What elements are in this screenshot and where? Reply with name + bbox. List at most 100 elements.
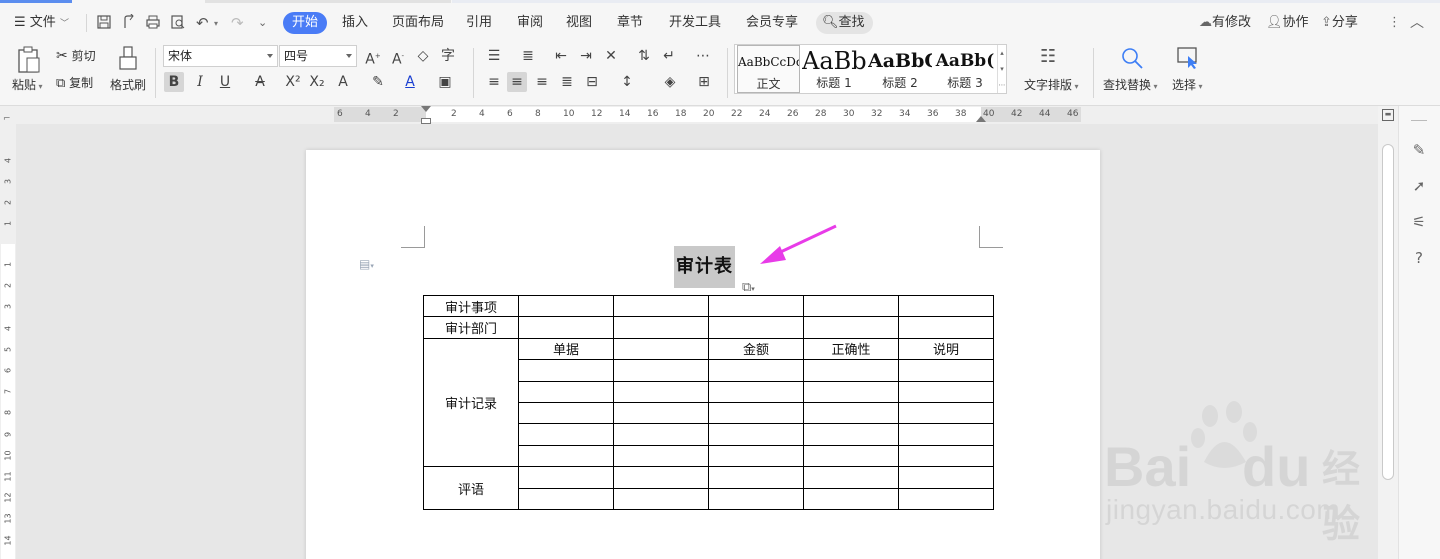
table-cell[interactable]: 审计事项 [423, 294, 519, 318]
undo-icon[interactable]: ↶ [196, 12, 209, 34]
find-replace-button[interactable]: 查找替换 ▾ [1103, 76, 1158, 93]
tab-home[interactable]: 开始 [283, 12, 328, 34]
vertical-ruler[interactable]: 4 3 2 1 1 2 3 4 5 6 7 8 9 10 11 12 13 14 [0, 124, 16, 559]
show-hide-marks-icon[interactable]: ↵ [659, 46, 679, 66]
cut-button[interactable]: ✂ 剪切 [56, 47, 96, 64]
ruler-tick-label: 4 [3, 325, 13, 331]
table-cell[interactable]: 审计部门 [423, 316, 519, 339]
table-cell[interactable]: 审计记录 [423, 337, 519, 468]
print-preview-icon[interactable] [170, 14, 186, 30]
char-border-icon[interactable]: ▣ [435, 72, 455, 92]
clear-format-icon[interactable]: ◇ [413, 46, 433, 66]
tab-developer[interactable]: 开发工具 [669, 12, 721, 34]
chinese-layout-icon[interactable]: ✕ [601, 46, 621, 66]
ruler-tick-label: 12 [591, 109, 603, 119]
ruler-tick-label: 10 [3, 450, 13, 461]
text-layout-button[interactable]: 文字排版 ▾ [1024, 76, 1079, 93]
tab-insert[interactable]: 插入 [342, 12, 368, 34]
tab-page-layout[interactable]: 页面布局 [392, 12, 444, 34]
style-heading-2[interactable]: AaBbC 标题 2 [868, 45, 932, 93]
horizontal-ruler[interactable]: 6 4 2 2 4 6 8 10 12 14 16 18 20 22 24 26 28 30 32 34 36 38 40 4… [0, 106, 1378, 124]
page-title[interactable]: 审计表 [674, 246, 735, 288]
format-painter-icon[interactable] [117, 46, 139, 72]
table-cell[interactable]: 金额 [708, 337, 804, 361]
paragraph-settings-icon[interactable]: ▤▾ [359, 257, 374, 271]
paste-options-icon[interactable]: ⧉▾ [742, 280, 755, 295]
paste-button[interactable]: 粘贴 ▾ [12, 76, 43, 93]
table-row: 评语 [423, 466, 994, 510]
tab-references[interactable]: 引用 [466, 12, 492, 34]
borders-icon[interactable]: ⊞ [694, 72, 714, 92]
split-view-icon[interactable]: ▬ [1382, 109, 1394, 121]
tab-review[interactable]: 审阅 [517, 12, 543, 34]
justify-icon[interactable]: ≣ [557, 72, 577, 92]
style-gallery-scroll[interactable]: ▴ ▾ ⋯ [997, 45, 1006, 93]
tab-member[interactable]: 会员专享 [746, 12, 798, 34]
bold-icon[interactable]: B [164, 72, 184, 92]
font-size-select[interactable]: 四号 [279, 45, 357, 67]
pointer-icon[interactable]: ➚ [1409, 176, 1429, 196]
table-cell[interactable]: 评语 [423, 466, 519, 510]
style-heading-1[interactable]: AaBb 标题 1 [802, 45, 866, 93]
share-button[interactable]: ⇪分享 [1321, 12, 1358, 34]
italic-icon[interactable]: I [190, 72, 210, 92]
table-cell[interactable]: 单据 [518, 337, 614, 361]
select-button[interactable]: 选择 ▾ [1172, 76, 1203, 93]
style-normal[interactable]: AaBbCcDd 正文 [737, 45, 800, 93]
export-icon[interactable] [121, 14, 137, 30]
tab-selector-icon[interactable]: ⌐ [3, 114, 11, 124]
font-name-select[interactable]: 宋体 [163, 45, 278, 67]
decrease-font-icon[interactable]: A- [388, 46, 408, 68]
numbered-list-icon[interactable]: ≣ [518, 46, 538, 66]
print-icon[interactable] [145, 14, 161, 30]
document-page[interactable]: ▤▾ 审计表 ⧉▾ 审计事项 审计部门 审计记录 单据 金额 正确性 说明 评语 [306, 150, 1100, 559]
vertical-scrollbar[interactable]: ▬ [1378, 106, 1398, 559]
modified-status[interactable]: ☁有修改 [1199, 12, 1251, 34]
paste-icon[interactable] [16, 46, 42, 74]
table-cell[interactable]: 正确性 [803, 337, 899, 361]
decrease-indent-icon[interactable]: ⇤ [551, 46, 571, 66]
superscript-icon[interactable]: X² [283, 72, 303, 92]
text-effect-icon[interactable]: A [333, 72, 353, 92]
help-icon[interactable]: ? [1409, 248, 1429, 268]
scrollbar-thumb[interactable] [1382, 144, 1394, 480]
customize-quick-access-icon[interactable]: ⌄ [258, 12, 267, 34]
collapse-ribbon-icon[interactable]: ︿ [1410, 12, 1424, 34]
indent-marker[interactable] [421, 106, 431, 112]
shading-icon[interactable]: ◈ [660, 72, 680, 92]
redo-icon[interactable]: ↷ [231, 12, 244, 34]
highlight-icon[interactable]: ✎ [368, 72, 388, 92]
increase-indent-icon[interactable]: ⇥ [576, 46, 596, 66]
settings-sliders-icon[interactable]: ⚟ [1409, 212, 1429, 232]
save-icon[interactable] [96, 14, 112, 30]
align-center-icon[interactable]: ≡ [507, 72, 527, 92]
tab-stop-icon[interactable]: ⋯ [693, 46, 713, 66]
panel-divider [1411, 120, 1427, 121]
tab-view[interactable]: 视图 [566, 12, 592, 34]
search-box[interactable]: 🔍︎查找 [816, 12, 873, 34]
table-cell[interactable]: 说明 [898, 337, 994, 361]
table-row: 审计部门 [423, 316, 994, 339]
ribbon-toolbar: 粘贴 ▾ ✂ 剪切 ⧉ 复制 格式刷 宋体 四号 A+ A- ◇ 字 B I U… [0, 44, 1440, 106]
file-menu[interactable]: ☰ 文件 ﹀ [14, 12, 69, 34]
font-color-icon[interactable]: A [400, 72, 420, 92]
sort-icon[interactable]: ⇅ [634, 46, 654, 66]
more-icon[interactable]: ⋮ [1388, 12, 1401, 34]
style-heading-3[interactable]: AaBb( 标题 3 [934, 45, 996, 93]
align-left-icon[interactable]: ≡ [484, 72, 504, 92]
bullet-list-icon[interactable]: ☰ [484, 46, 504, 66]
subscript-icon[interactable]: X₂ [307, 72, 327, 92]
pen-icon[interactable]: ✎ [1409, 140, 1429, 160]
distributed-icon[interactable]: ⊟ [582, 72, 602, 92]
undo-dropdown-icon[interactable]: ▾ [214, 13, 218, 35]
underline-icon[interactable]: U [215, 72, 235, 92]
copy-button[interactable]: ⧉ 复制 [56, 74, 93, 91]
collaborate-button[interactable]: 👤︎协作 [1266, 12, 1309, 34]
line-spacing-icon[interactable]: ↕ [617, 72, 637, 92]
increase-font-icon[interactable]: A+ [363, 46, 383, 68]
align-right-icon[interactable]: ≡ [532, 72, 552, 92]
tab-chapter[interactable]: 章节 [617, 12, 643, 34]
strikethrough-icon[interactable]: A [250, 72, 270, 92]
phonetic-guide-icon[interactable]: 字 [438, 46, 458, 66]
format-painter-button[interactable]: 格式刷 [110, 76, 146, 93]
